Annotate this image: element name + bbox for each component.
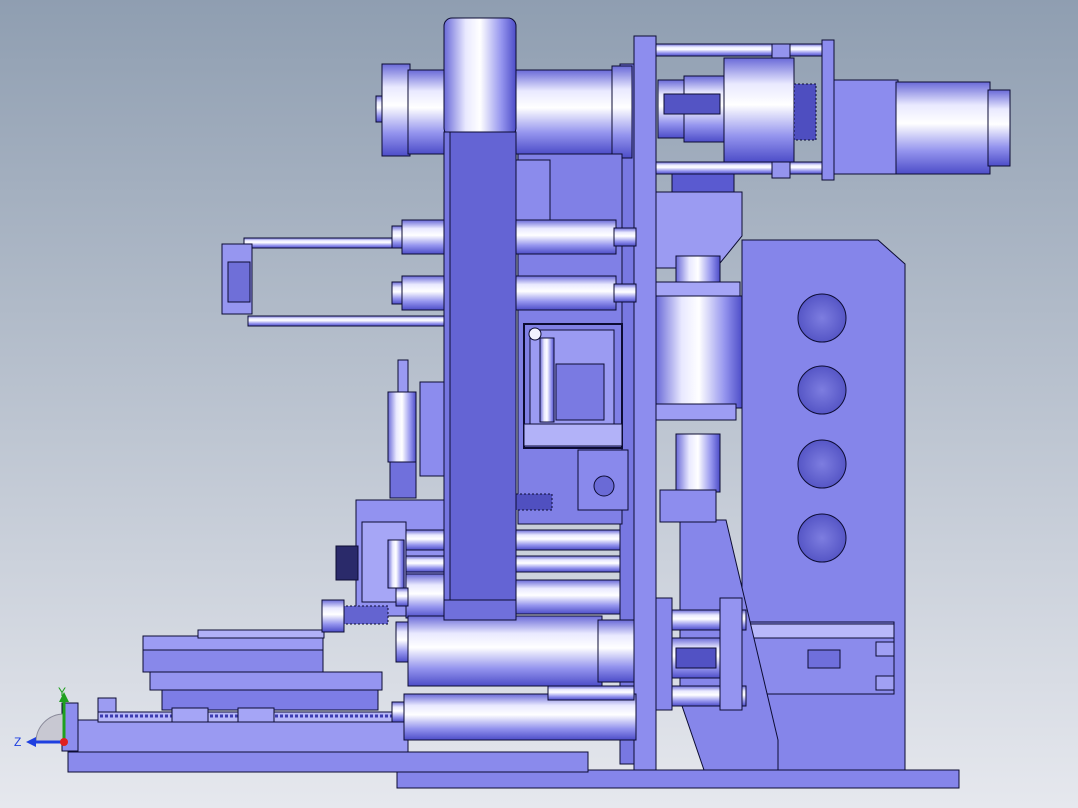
mid-shaft-rod-c (405, 555, 447, 573)
belt-wheel-bottom (443, 599, 517, 621)
lower-roller-flange (597, 619, 635, 683)
slide-table-lower (149, 671, 383, 691)
slide-block-1 (171, 707, 209, 723)
tensioner-shaft (397, 359, 409, 395)
knob-outer (335, 545, 359, 581)
lower-roller-body (407, 615, 603, 687)
bottom-roller-shaft (547, 685, 635, 701)
mid-post (539, 337, 555, 423)
lower-actuator-rail (741, 623, 895, 639)
guide-rod-bottom (247, 315, 445, 327)
spring-screw (341, 605, 389, 625)
slide-block-2 (237, 707, 275, 723)
mid-shaft-upper (405, 573, 447, 619)
spring-screw-cap (321, 599, 345, 633)
y-axis-label: Y (58, 685, 66, 699)
pulley-body (723, 57, 795, 163)
motor-frame-bar-top (655, 43, 833, 57)
origin-dot (60, 738, 68, 746)
rod-sleeve-2 (401, 275, 447, 311)
mid-shaft-rod-a (405, 529, 447, 551)
vertical-motor-flange (655, 403, 737, 421)
rod-shaft-2 (613, 283, 637, 303)
guide-clamp-block (227, 261, 251, 303)
motor-frame-bar-bottom (655, 161, 833, 175)
lower-actuator-foot (875, 675, 895, 691)
lower-actuator-cap (875, 641, 895, 657)
central-plate (633, 35, 657, 771)
mid-shaft-upper-right (515, 579, 621, 615)
upper-roller-flange (611, 65, 633, 159)
slide-table-base (161, 689, 379, 711)
upper-roller-cap (381, 63, 411, 157)
coupling-ring (663, 93, 721, 115)
belt-strap (443, 131, 517, 617)
lower-coupling-plate (719, 597, 743, 711)
gearbox-collar (671, 173, 735, 193)
machine-assembly-drawing: Y Z (0, 0, 1078, 808)
bottom-roller-body (403, 693, 637, 741)
frame-hole-3 (797, 439, 847, 489)
gearbox-shaft (675, 255, 721, 283)
rod-roller-1 (515, 219, 617, 255)
vertical-motor-body (655, 295, 743, 409)
mid-shaft-pin (395, 587, 409, 607)
z-axis-label: Z (14, 735, 21, 749)
motor-frame-post-right (821, 39, 835, 181)
rod-sleeve-1 (401, 219, 447, 255)
left-slide-bed (77, 719, 409, 753)
motor-body (895, 81, 991, 175)
tensioner-bracket (419, 381, 447, 477)
lower-coupling-ring (675, 647, 717, 669)
mid-bracket-cross (523, 423, 623, 447)
frame-hole-1 (797, 293, 847, 343)
base-plate (396, 769, 960, 789)
vertical-coupling (675, 433, 721, 493)
tensioner-coupling (389, 461, 417, 499)
frame-hole-4 (797, 513, 847, 563)
knob-inner (387, 539, 405, 589)
belt-strap-edge (443, 131, 451, 617)
slide-table-mid (142, 649, 324, 673)
mid-shaft-rod-d (515, 555, 621, 573)
belt-wheel-top (443, 17, 517, 137)
motor-end-cap (987, 89, 1011, 167)
gear-segment (515, 493, 553, 511)
mid-shaft-rod-b (515, 529, 621, 551)
motor-mount (833, 79, 899, 175)
rod-shaft-1 (613, 227, 637, 247)
mid-pin (528, 327, 542, 341)
lower-actuator-slot (807, 649, 841, 669)
tensioner-motor (387, 391, 417, 463)
lower-coupling-post (655, 597, 673, 711)
vertical-shaft-block (659, 489, 717, 523)
pulley-teeth (793, 83, 817, 141)
mid-bearing-hole (593, 475, 615, 497)
left-end-pin (97, 697, 117, 713)
slide-table-lip (197, 629, 325, 639)
left-base-rail (67, 751, 589, 773)
frame-hole-2 (797, 365, 847, 415)
rod-roller-2 (515, 275, 617, 311)
cad-viewport[interactable]: Y Z (0, 0, 1078, 808)
mid-bracket-window (555, 363, 605, 421)
